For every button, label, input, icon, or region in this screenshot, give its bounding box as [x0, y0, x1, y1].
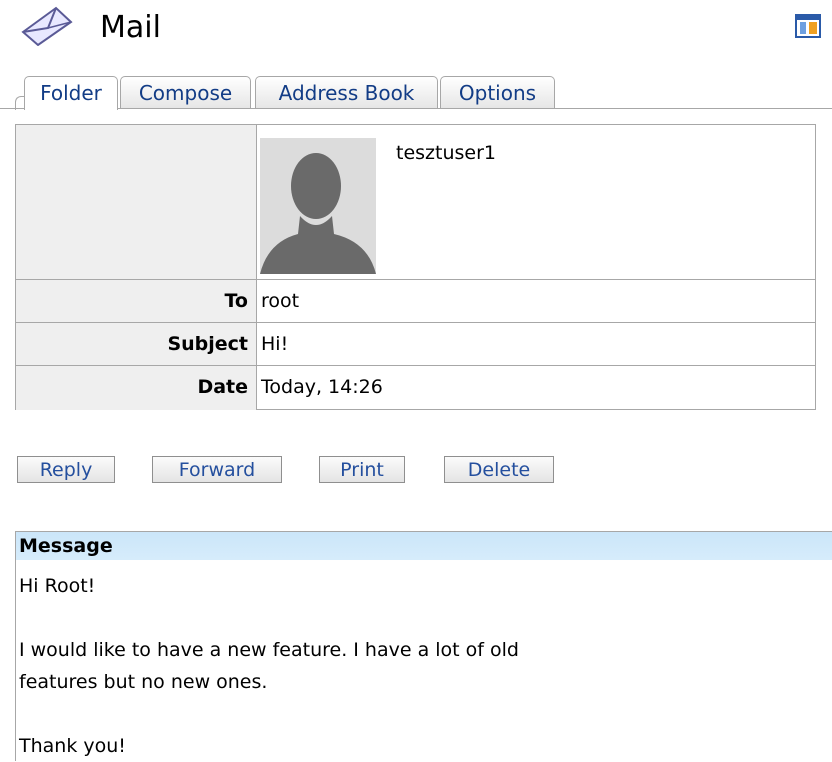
- forward-button[interactable]: Forward: [152, 456, 282, 483]
- page-title: Mail: [100, 10, 161, 45]
- sender-name: tesztuser1: [396, 142, 496, 164]
- subject-value: Hi!: [261, 333, 289, 355]
- delete-button[interactable]: Delete: [444, 456, 554, 483]
- tab-compose[interactable]: Compose: [120, 76, 251, 108]
- tab-options[interactable]: Options: [440, 76, 555, 108]
- print-button[interactable]: Print: [319, 456, 405, 483]
- message-body: Hi Root! I would like to have a new feat…: [19, 575, 519, 757]
- subject-label: Subject: [16, 323, 257, 366]
- tab-folder[interactable]: Folder: [24, 76, 118, 110]
- avatar: [260, 138, 376, 274]
- tab-address-book[interactable]: Address Book: [255, 76, 438, 108]
- envelope-icon: [21, 6, 73, 46]
- to-value: root: [261, 290, 300, 312]
- sender-label-cell: [16, 125, 257, 279]
- date-label: Date: [16, 366, 257, 410]
- date-value: Today, 14:26: [261, 376, 383, 398]
- app-header: Mail: [0, 0, 832, 60]
- tab-bar: Folder Compose Address Book Options: [0, 76, 832, 110]
- sender-row: tesztuser1: [16, 125, 815, 279]
- to-row: To root: [16, 279, 815, 323]
- message-header: Message: [16, 532, 832, 560]
- subject-row: Subject Hi!: [16, 322, 815, 366]
- message-info-table: tesztuser1 To root Subject Hi! Date Toda…: [15, 124, 816, 410]
- layout-toggle-icon[interactable]: [795, 14, 821, 38]
- message-panel: Message Hi Root! I would like to have a …: [15, 531, 832, 761]
- to-label: To: [16, 280, 257, 323]
- reply-button[interactable]: Reply: [17, 456, 115, 483]
- date-row: Date Today, 14:26: [16, 365, 815, 410]
